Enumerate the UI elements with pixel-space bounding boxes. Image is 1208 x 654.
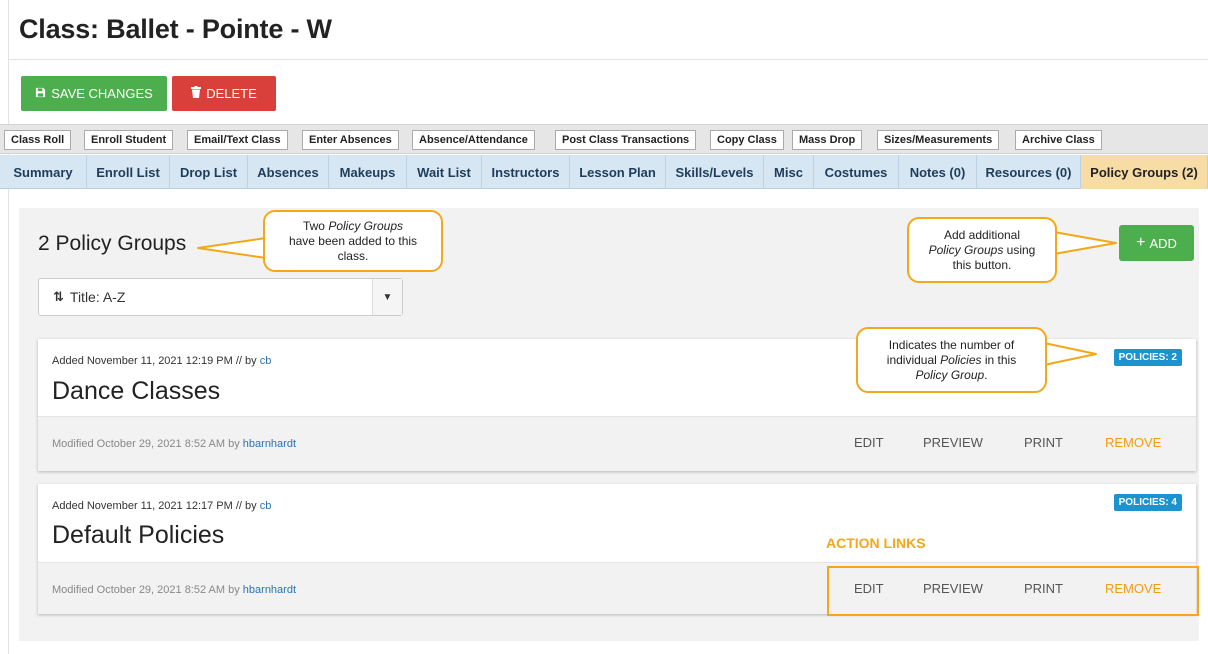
added-text: Added November 11, 2021 12:17 PM // by xyxy=(52,500,257,512)
tab-enroll-list[interactable]: Enroll List xyxy=(87,155,170,189)
edit-link[interactable]: EDIT xyxy=(854,435,884,450)
callout-text: this button. xyxy=(952,257,1012,272)
tab-policy-groups[interactable]: Policy Groups (2) xyxy=(1081,155,1208,189)
class-roll-button[interactable]: Class Roll xyxy=(4,130,72,150)
policy-group-card: Added November 11, 2021 12:17 PM // by c… xyxy=(38,484,1196,614)
callout-text: have been added to this xyxy=(288,233,418,248)
floppy-disk-icon xyxy=(35,86,46,101)
tab-summary[interactable]: Summary xyxy=(0,155,87,189)
tab-costumes[interactable]: Costumes xyxy=(814,155,899,189)
callout-text-italic: Policy Groups xyxy=(928,242,1004,257)
title-divider xyxy=(8,59,1208,60)
tab-resources[interactable]: Resources (0) xyxy=(977,155,1081,189)
callout-text: using xyxy=(1003,242,1036,257)
add-button-callout: Add additional Policy Groups using this … xyxy=(907,217,1057,283)
action-links-label: ACTION LINKS xyxy=(826,535,926,551)
remove-link[interactable]: REMOVE xyxy=(1105,435,1161,450)
print-link[interactable]: PRINT xyxy=(1024,435,1063,450)
preview-link[interactable]: PREVIEW xyxy=(923,435,983,450)
modified-by-link[interactable]: hbarnhardt xyxy=(243,438,296,450)
modified-text: Modified October 29, 2021 8:52 AM by xyxy=(52,584,240,596)
tab-skills-levels[interactable]: Skills/Levels xyxy=(666,155,764,189)
mass-drop-button[interactable]: Mass Drop xyxy=(792,130,863,150)
callout-text: in this xyxy=(981,352,1017,367)
tab-wait-list[interactable]: Wait List xyxy=(407,155,482,189)
tab-lesson-plan[interactable]: Lesson Plan xyxy=(570,155,666,189)
modified-by-link[interactable]: hbarnhardt xyxy=(243,584,296,596)
callout-text-italic: Policy Group xyxy=(915,367,985,382)
callout-text: . xyxy=(984,367,988,382)
policy-group-count: 2 Policy Groups xyxy=(38,232,187,255)
save-changes-button[interactable]: SAVE CHANGES xyxy=(21,76,167,111)
card-modified-meta: Modified October 29, 2021 8:52 AM by hba… xyxy=(52,438,296,450)
edit-link[interactable]: EDIT xyxy=(854,581,884,596)
callout-text: Indicates the number of xyxy=(888,337,1015,352)
tab-notes[interactable]: Notes (0) xyxy=(899,155,977,189)
preview-link[interactable]: PREVIEW xyxy=(923,581,983,596)
enroll-student-button[interactable]: Enroll Student xyxy=(84,130,174,150)
card-added-meta: Added November 11, 2021 12:17 PM // by c… xyxy=(52,500,271,512)
added-text: Added November 11, 2021 12:19 PM // by xyxy=(52,355,257,367)
card-title: Default Policies xyxy=(52,521,225,549)
delete-label: DELETE xyxy=(206,86,257,101)
added-by-link[interactable]: cb xyxy=(260,500,272,512)
callout-text: class. xyxy=(337,248,369,263)
sort-select-value: Title: A-Z xyxy=(69,289,126,305)
remove-link[interactable]: REMOVE xyxy=(1105,581,1161,596)
callout-text: Add additional xyxy=(943,227,1021,242)
trash-icon xyxy=(191,86,202,101)
page-title: Class: Ballet - Pointe - W xyxy=(19,14,332,44)
callout-text: individual xyxy=(886,352,941,367)
callout-text-italic: Policy Groups xyxy=(328,218,404,233)
absence-attendance-button[interactable]: Absence/Attendance xyxy=(412,130,535,150)
email-text-class-button[interactable]: Email/Text Class xyxy=(187,130,288,150)
tab-misc[interactable]: Misc xyxy=(764,155,814,189)
policy-groups-callout: Two Policy Groups have been added to thi… xyxy=(263,210,443,272)
add-label: ADD xyxy=(1149,235,1177,251)
callout-text-italic: Policies xyxy=(940,352,982,367)
plus-icon: + xyxy=(1136,234,1146,251)
copy-class-button[interactable]: Copy Class xyxy=(710,130,784,150)
card-modified-meta: Modified October 29, 2021 8:52 AM by hba… xyxy=(52,584,296,596)
sort-arrows-icon: ⇅ xyxy=(53,289,64,304)
print-link[interactable]: PRINT xyxy=(1024,581,1063,596)
sizes-measurements-button[interactable]: Sizes/Measurements xyxy=(877,130,1000,150)
class-tab-bar: Summary Enroll List Drop List Absences M… xyxy=(0,155,1208,189)
card-footer: Modified October 29, 2021 8:52 AM by hba… xyxy=(38,416,1196,471)
archive-class-button[interactable]: Archive Class xyxy=(1015,130,1102,150)
modified-text: Modified October 29, 2021 8:52 AM by xyxy=(52,438,240,450)
add-policy-group-button[interactable]: + ADD xyxy=(1119,225,1194,261)
policies-badge-callout: Indicates the number of individual Polic… xyxy=(856,327,1047,393)
tab-absences[interactable]: Absences xyxy=(248,155,329,189)
post-class-transactions-button[interactable]: Post Class Transactions xyxy=(555,130,697,150)
enter-absences-button[interactable]: Enter Absences xyxy=(302,130,399,150)
tab-drop-list[interactable]: Drop List xyxy=(170,155,248,189)
delete-button[interactable]: DELETE xyxy=(172,76,276,111)
card-footer: Modified October 29, 2021 8:52 AM by hba… xyxy=(38,562,1196,614)
caret-down-icon: ▼ xyxy=(372,279,402,315)
sort-select[interactable]: ⇅ Title: A-Z ▼ xyxy=(38,278,403,316)
class-action-bar: Class Roll Enroll Student Email/Text Cla… xyxy=(0,124,1208,154)
policies-count-badge: POLICIES: 4 xyxy=(1113,494,1182,511)
tab-instructors[interactable]: Instructors xyxy=(482,155,570,189)
card-added-meta: Added November 11, 2021 12:19 PM // by c… xyxy=(52,355,271,367)
card-title: Dance Classes xyxy=(52,377,221,405)
tab-makeups[interactable]: Makeups xyxy=(329,155,407,189)
added-by-link[interactable]: cb xyxy=(260,355,272,367)
save-changes-label: SAVE CHANGES xyxy=(51,86,153,101)
callout-text: Two xyxy=(302,218,329,233)
policies-count-badge: POLICIES: 2 xyxy=(1113,349,1182,366)
